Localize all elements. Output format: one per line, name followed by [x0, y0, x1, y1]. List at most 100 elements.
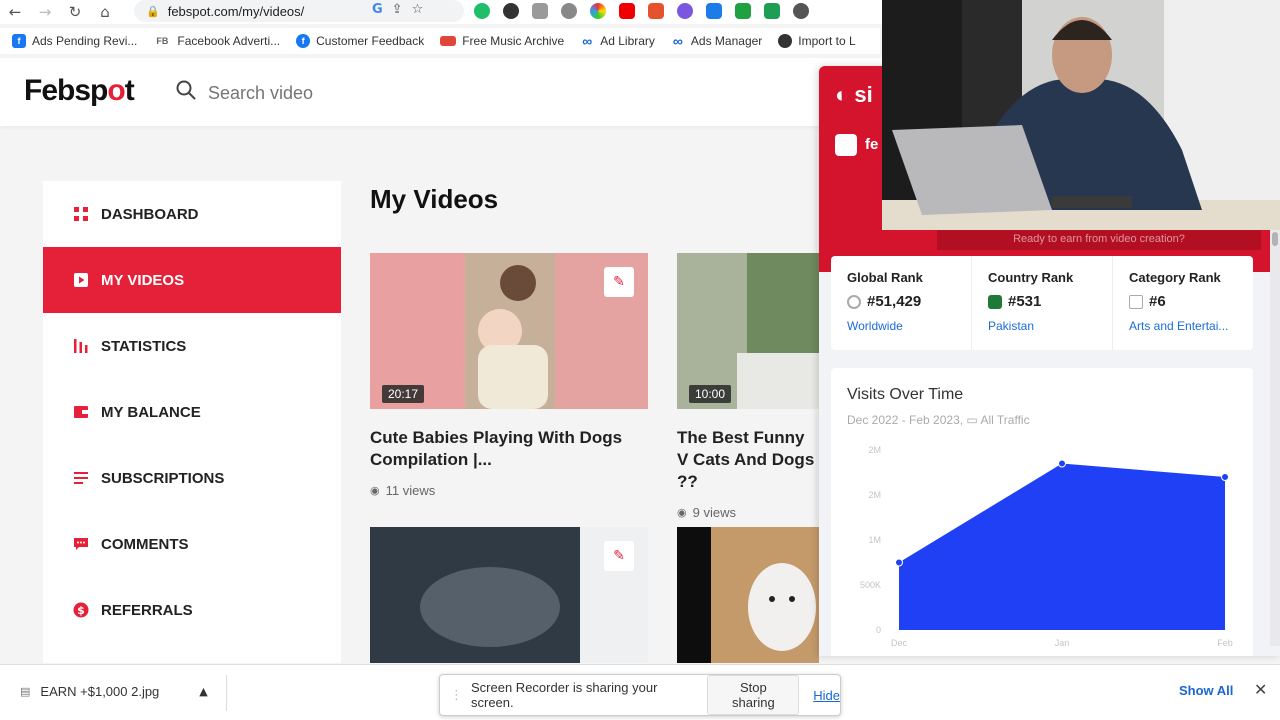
rank-label: Category Rank [1129, 270, 1221, 285]
facebook-icon: f [12, 34, 26, 48]
search-input[interactable] [208, 80, 508, 106]
site-name: fe [865, 136, 879, 153]
video-thumbnail[interactable]: 10:00 [677, 253, 819, 409]
meta-icon: ∞ [582, 33, 593, 49]
video-views: ◉ 9 views [677, 505, 736, 520]
star-icon[interactable]: ☆ [412, 2, 424, 17]
extension-icon[interactable] [474, 3, 490, 19]
page-title: My Videos [370, 184, 499, 214]
extension-icon[interactable] [561, 3, 577, 19]
bookmark-item[interactable]: ∞ Ads Manager [671, 34, 762, 48]
edit-icon[interactable]: ✎ [604, 267, 634, 297]
febspot-logo[interactable]: Febspot [24, 74, 135, 108]
bookmark-label: Free Music Archive [462, 34, 565, 48]
bookmark-item[interactable]: f Customer Feedback [296, 34, 424, 48]
y-tick-label: 0 [876, 625, 881, 635]
share-icon[interactable]: ⇪ [392, 2, 403, 17]
rank-link[interactable]: Pakistan [988, 319, 1112, 333]
sidebar-item-label: STATISTICS [101, 337, 187, 355]
sidebar-item-statistics[interactable]: STATISTICS [43, 313, 341, 379]
chevron-up-icon[interactable]: ▲ [199, 685, 207, 698]
download-icon[interactable] [706, 3, 722, 19]
y-tick-label: 2M [868, 445, 881, 455]
data-point[interactable] [1058, 459, 1066, 468]
video-card[interactable]: ✎ [370, 527, 648, 663]
edit-icon[interactable]: ✎ [604, 541, 634, 571]
x-tick-label: Dec [891, 638, 908, 648]
file-icon: ▤ [20, 685, 31, 698]
sidebar-item-label: COMMENTS [101, 535, 189, 553]
sidebar-item-label: MY BALANCE [101, 403, 201, 421]
video-card[interactable] [677, 527, 819, 663]
y-tick-label: 1M [868, 535, 881, 545]
color-wheel-icon[interactable] [590, 3, 606, 19]
divider [226, 675, 227, 711]
rank-link[interactable]: Worldwide [847, 319, 971, 333]
panel-scrollbar[interactable] [1270, 226, 1280, 646]
panel-scrollbar-thumb[interactable] [1272, 232, 1278, 246]
svg-text:$: $ [77, 604, 85, 617]
video-thumbnail[interactable]: ✎ [370, 527, 648, 663]
bookmark-item[interactable]: Import to L [778, 34, 856, 48]
youtube-icon[interactable] [619, 3, 635, 19]
video-card[interactable]: 20:17 ✎ Cute Babies Playing With Dogs Co… [370, 253, 648, 498]
drag-handle-icon[interactable]: ⋮ [450, 688, 463, 703]
back-icon[interactable]: ← [0, 3, 30, 21]
extension-icon[interactable] [648, 3, 664, 19]
forward-icon[interactable]: → [30, 3, 60, 21]
sidebar: DASHBOARD MY VIDEOS STATISTICS MY BALANC… [43, 181, 341, 663]
sidebar-item-subscriptions[interactable]: SUBSCRIPTIONS [43, 445, 341, 511]
data-point[interactable] [1221, 473, 1229, 481]
extension-icon[interactable] [503, 3, 519, 19]
home-icon[interactable]: ⌂ [90, 3, 120, 21]
stop-sharing-button[interactable]: Stop sharing [707, 675, 800, 715]
grid-icon [74, 207, 88, 221]
close-icon[interactable]: ✕ [1254, 680, 1267, 699]
bookmark-item[interactable]: Free Music Archive [440, 34, 564, 48]
eye-icon: ◉ [677, 506, 687, 519]
wallet-icon [74, 406, 88, 418]
devices-icon: ▭ [966, 413, 978, 427]
video-views: ◉ 11 views [370, 483, 436, 498]
reload-icon[interactable]: ↻ [60, 3, 90, 21]
camera-icon[interactable] [532, 3, 548, 19]
sidebar-item-my-videos[interactable]: MY VIDEOS [43, 247, 341, 313]
search-icon[interactable] [176, 80, 196, 100]
sidebar-item-comments[interactable]: COMMENTS [43, 511, 341, 577]
sidebar-item-referrals[interactable]: $ REFERRALS [43, 577, 341, 643]
sidebar-item-label: MY VIDEOS [101, 271, 185, 289]
bookmark-label: Import to L [798, 34, 856, 48]
download-item[interactable]: ▤ EARN +$1,000 2.jpg ▲ [20, 684, 208, 699]
sidebar-item-dashboard[interactable]: DASHBOARD [43, 181, 341, 247]
bookmark-item[interactable]: f Ads Pending Revi... [12, 34, 137, 48]
video-title[interactable]: The Best Funny V Cats And Dogs ?? [677, 427, 819, 493]
gear-icon[interactable] [677, 3, 693, 19]
hide-link[interactable]: Hide [813, 688, 840, 703]
extension-icon[interactable] [793, 3, 809, 19]
rank-box: Global Rank #51,429 Worldwide Country Ra… [831, 256, 1253, 350]
visits-chart: 0 500K 1M 2M 2M Dec Jan Feb [860, 445, 1233, 648]
show-all-link[interactable]: Show All [1179, 683, 1233, 698]
video-thumbnail[interactable] [677, 527, 819, 663]
chart-subtitle: Dec 2022 - Feb 2023, ▭ All Traffic [847, 413, 1030, 427]
chart-title: Visits Over Time [847, 386, 964, 403]
arrow-down-icon[interactable] [735, 3, 751, 19]
sidebar-item-my-balance[interactable]: MY BALANCE [43, 379, 341, 445]
facebook-round-icon: f [296, 34, 311, 48]
rank-value: #6 [1149, 293, 1166, 310]
bookmark-item[interactable]: FB Facebook Adverti... [153, 34, 280, 48]
list-icon [74, 472, 88, 484]
bookmark-label: Facebook Adverti... [177, 34, 281, 48]
google-icon[interactable]: G [372, 2, 383, 17]
thumbnail-image [677, 527, 819, 663]
video-card[interactable]: 10:00 The Best Funny V Cats And Dogs ?? … [677, 253, 819, 520]
video-title[interactable]: Cute Babies Playing With Dogs Compilatio… [370, 427, 648, 471]
video-thumbnail[interactable]: 20:17 ✎ [370, 253, 648, 409]
video-duration: 10:00 [689, 385, 732, 403]
sheet-icon[interactable] [764, 3, 780, 19]
bar-chart-icon [74, 339, 88, 353]
data-point[interactable] [895, 558, 903, 567]
bookmark-label: Customer Feedback [316, 34, 425, 48]
rank-link[interactable]: Arts and Entertai... [1129, 319, 1253, 333]
bookmark-item[interactable]: ∞ Ad Library [580, 34, 655, 48]
